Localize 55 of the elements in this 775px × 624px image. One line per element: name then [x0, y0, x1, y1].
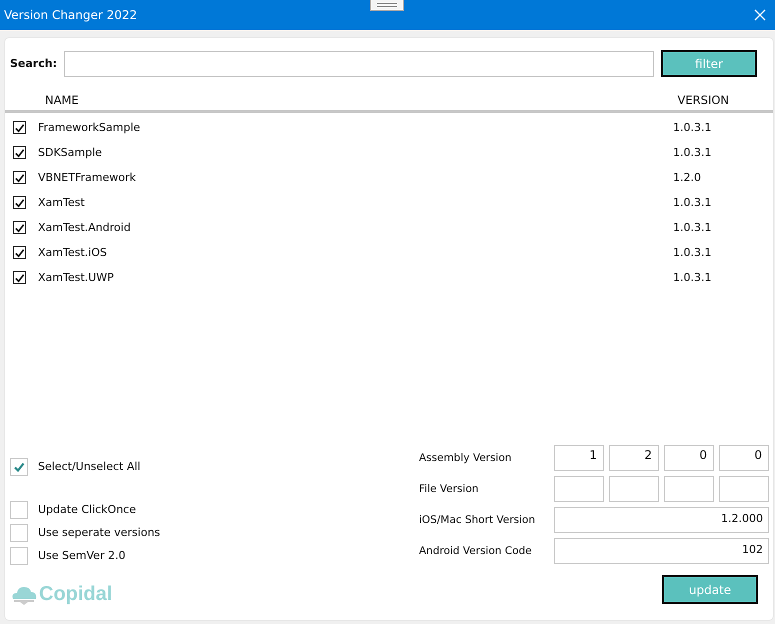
field-label: File Version — [418, 483, 480, 495]
search-label: Search: — [10, 57, 57, 70]
project-name: XamTest — [38, 196, 86, 209]
version-text: 1.0.3.1 — [673, 246, 712, 259]
check-icon — [14, 272, 25, 284]
field-label: Assembly Version — [418, 452, 513, 464]
input-field[interactable]: 0 — [719, 445, 769, 471]
version-text: 1.0.3.1 — [673, 271, 712, 284]
search-field[interactable] — [64, 50, 654, 76]
version-text: 1.0.3.1 — [673, 196, 712, 209]
checkbox[interactable] — [13, 171, 26, 184]
project-name: VBNETFramework — [38, 171, 137, 184]
project-name: SDKSample — [38, 146, 103, 159]
field-label: Android Version Code — [418, 545, 533, 557]
drag-handle-icon[interactable] — [370, 0, 404, 11]
check-icon — [14, 122, 25, 134]
input-field[interactable]: 0 — [664, 445, 714, 471]
checkbox[interactable] — [13, 121, 26, 134]
input-field[interactable]: 2 — [609, 445, 659, 471]
version-text: 1.0.3.1 — [673, 221, 712, 234]
project-name: XamTest.iOS — [38, 246, 108, 259]
checkbox[interactable] — [13, 246, 26, 259]
checkbox-label: Select/Unselect All — [38, 460, 140, 473]
check-icon — [14, 246, 25, 258]
version-text: 1.2.0 — [673, 171, 702, 184]
checkbox-label: Use SemVer 2.0 — [38, 549, 126, 562]
project-name: XamTest.Android — [38, 221, 132, 234]
input-field[interactable] — [554, 476, 604, 502]
project-name: XamTest.UWP — [38, 271, 115, 284]
close-icon — [754, 9, 766, 21]
checkbox-label: Use seperate versions — [38, 526, 160, 539]
column-header[interactable]: VERSION — [678, 93, 729, 107]
window-title: Version Changer 2022 — [3, 8, 138, 22]
version-text: 1.0.3.1 — [673, 121, 712, 134]
checkbox[interactable] — [13, 271, 26, 284]
check-icon — [14, 222, 25, 234]
check-icon — [13, 460, 25, 472]
input-field[interactable]: 102 — [554, 538, 769, 564]
input-field[interactable] — [719, 476, 769, 502]
checkbox[interactable] — [13, 146, 26, 159]
input-field[interactable]: 1.2.000 — [554, 507, 769, 533]
checkbox[interactable] — [13, 196, 26, 209]
check-icon — [14, 172, 25, 184]
version-text: 1.0.3.1 — [673, 146, 712, 159]
checkbox-label: Update ClickOnce — [38, 503, 136, 516]
logo-text: Copidal — [39, 583, 112, 606]
input-field[interactable] — [609, 476, 659, 502]
checkbox[interactable] — [13, 221, 26, 234]
check-icon — [14, 146, 25, 158]
check-icon — [14, 196, 25, 208]
input-field[interactable]: 1 — [554, 445, 604, 471]
column-header[interactable]: NAME — [45, 93, 79, 107]
field-label: iOS/Mac Short Version — [418, 514, 536, 526]
input-field[interactable] — [664, 476, 714, 502]
project-name: FrameworkSample — [38, 121, 142, 134]
